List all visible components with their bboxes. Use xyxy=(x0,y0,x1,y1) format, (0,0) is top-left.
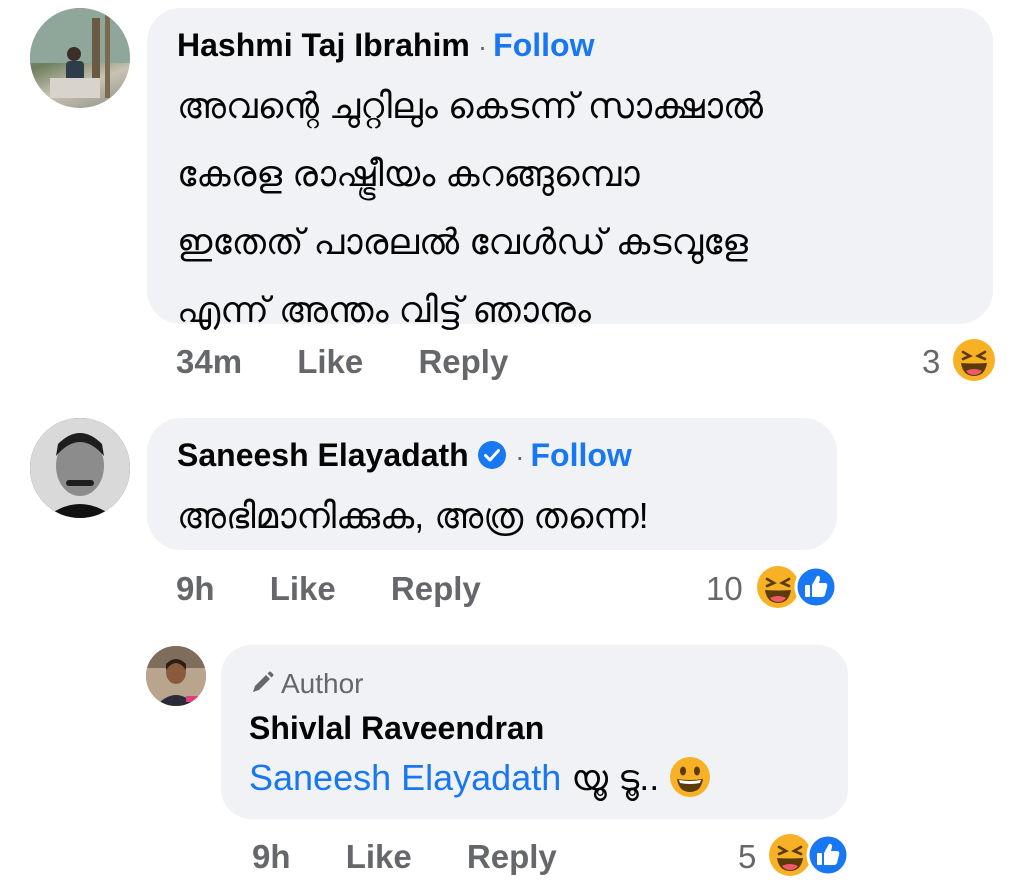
comment-line: കേരള രാഷ്ട്രീയം കറങ്ങുമ്പൊ xyxy=(177,153,640,194)
avatar-photo xyxy=(30,8,130,98)
comment-text: Saneesh Elayadath യൂ ടൂ.. xyxy=(249,751,848,805)
avatar-photo xyxy=(146,646,206,706)
like-button[interactable]: Like xyxy=(270,570,336,608)
follow-button[interactable]: Follow xyxy=(530,437,631,473)
follow-button[interactable]: Follow xyxy=(493,27,594,63)
mention-link[interactable]: Saneesh Elayadath xyxy=(249,757,561,798)
reply-bubble: Author Shivlal Raveendran Saneesh Elayad… xyxy=(221,645,848,819)
comment-actions: 9h Like Reply xyxy=(252,838,557,876)
avatar-photo xyxy=(30,418,130,518)
timestamp[interactable]: 34m xyxy=(176,343,242,381)
like-reaction-icon xyxy=(806,833,850,877)
comment-line: ഇതേത് പാരലൽ വേൾഡ് കടവുളേ xyxy=(177,221,749,262)
author-name[interactable]: Shivlal Raveendran xyxy=(249,705,848,751)
like-button[interactable]: Like xyxy=(297,343,363,381)
comment-line: എന്ന് അന്തം വിട്ട് ഞാനും xyxy=(177,289,591,330)
comment-text: അവന്റെ ചുറ്റിലും കെടന്ന് സാക്ഷാൽ കേരള രാ… xyxy=(177,72,993,344)
like-reaction-icon xyxy=(794,565,838,609)
avatar[interactable] xyxy=(30,8,130,108)
separator-dot: · xyxy=(477,31,488,62)
laughing-emoji-icon xyxy=(953,339,995,381)
reply-button[interactable]: Reply xyxy=(391,570,481,608)
avatar[interactable] xyxy=(30,418,130,518)
reply-button[interactable]: Reply xyxy=(467,838,557,876)
separator-dot: · xyxy=(515,441,525,472)
author-name[interactable]: Hashmi Taj Ibrahim xyxy=(177,27,470,63)
comment-bubble: Hashmi Taj Ibrahim · Follow അവന്റെ ചുറ്റില… xyxy=(147,8,993,330)
comment-actions: 9h Like Reply xyxy=(176,570,481,608)
pencil-icon xyxy=(253,671,274,692)
avatar[interactable] xyxy=(146,646,206,706)
comment-line: അവന്റെ ചുറ്റിലും കെടന്ന് സാക്ഷാൽ xyxy=(177,85,764,126)
author-name[interactable]: Saneesh Elayadath xyxy=(177,437,469,473)
timestamp[interactable]: 9h xyxy=(176,570,215,608)
reaction-count[interactable]: 10 xyxy=(706,570,743,608)
author-badge: Author xyxy=(281,668,364,699)
verified-badge-icon xyxy=(478,441,507,469)
like-button[interactable]: Like xyxy=(346,838,412,876)
reaction-count[interactable]: 3 xyxy=(922,343,940,381)
comment-actions: 34m Like Reply xyxy=(176,343,508,381)
comment-text-suffix: യൂ ടൂ.. xyxy=(561,757,660,798)
grinning-emoji-icon xyxy=(670,757,711,797)
timestamp[interactable]: 9h xyxy=(252,838,291,876)
comment-text: അഭിമാനിക്കുക, അത്ര തന്നെ! xyxy=(177,495,649,536)
reaction-count[interactable]: 5 xyxy=(738,838,756,876)
comment-bubble: Saneesh Elayadath · Follow അഭിമാനിക്കുക, … xyxy=(147,418,837,550)
reply-button[interactable]: Reply xyxy=(418,343,508,381)
